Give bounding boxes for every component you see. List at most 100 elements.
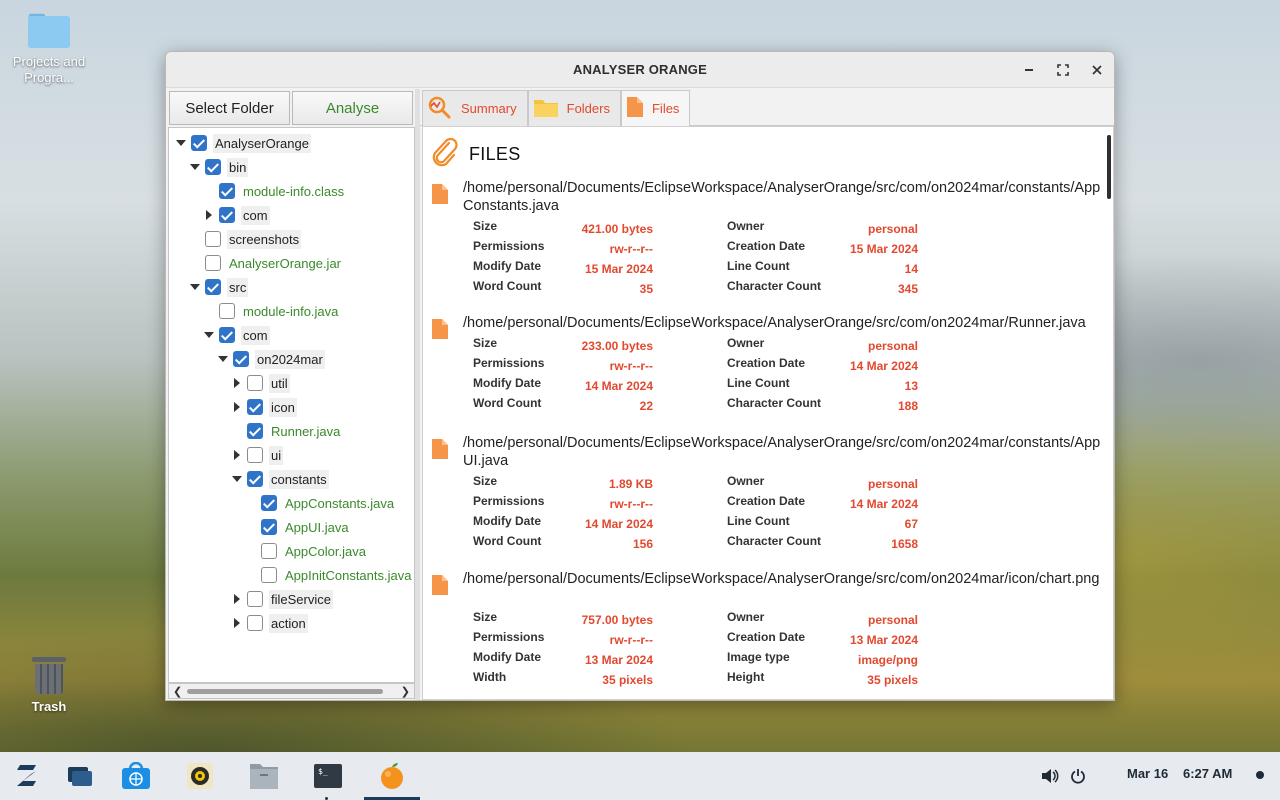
tree-row[interactable]: on2024mar [217, 347, 325, 371]
desktop-icon-projects[interactable]: Projects and Progra... [1, 12, 97, 86]
tree-item-label[interactable]: AppInitConstants.java [283, 566, 413, 585]
close-button[interactable] [1087, 60, 1107, 80]
tree-item-label[interactable]: AnalyserOrange [213, 133, 311, 153]
tree-checkbox[interactable] [247, 375, 263, 391]
tree-item-label[interactable]: module-info.class [241, 182, 346, 201]
tree-item-label[interactable]: icon [269, 397, 297, 417]
tree-item-label[interactable]: Runner.java [269, 422, 342, 441]
title-bar[interactable]: ANALYSER ORANGE [166, 52, 1114, 88]
tree-row[interactable]: icon [231, 395, 297, 419]
select-folder-button[interactable]: Select Folder [169, 91, 290, 125]
chevron-down-icon[interactable] [217, 353, 229, 365]
scroll-left-icon[interactable]: ❮ [173, 685, 182, 698]
tree-checkbox[interactable] [247, 471, 263, 487]
tree-item-label[interactable]: AppUI.java [283, 518, 351, 537]
chevron-right-icon[interactable] [231, 377, 243, 389]
workspaces-button[interactable] [64, 760, 96, 792]
tree-row[interactable]: AppInitConstants.java [245, 563, 413, 587]
tree-row[interactable]: src [189, 275, 249, 299]
tree-checkbox[interactable] [205, 255, 221, 271]
chevron-right-icon[interactable] [231, 617, 243, 629]
terminal-button[interactable]: $_ [312, 760, 344, 792]
date-label[interactable]: Mar 16 [1127, 766, 1168, 781]
files-panel[interactable]: FILES /home/personal/Documents/EclipseWo… [422, 126, 1114, 700]
tree-item-label[interactable]: AnalyserOrange.jar [227, 254, 343, 273]
analyser-orange-button[interactable] [376, 760, 408, 792]
tree-row[interactable]: AppUI.java [245, 515, 351, 539]
maximize-button[interactable] [1053, 60, 1073, 80]
tree-checkbox[interactable] [247, 447, 263, 463]
analyse-button[interactable]: Analyse [292, 91, 413, 125]
desktop-icon-trash[interactable]: Trash [1, 655, 97, 714]
files-button[interactable] [248, 760, 280, 792]
tree-checkbox[interactable] [191, 135, 207, 151]
tree-row[interactable]: module-info.java [203, 299, 340, 323]
tree-item-label[interactable]: action [269, 613, 308, 633]
tree-row[interactable]: util [231, 371, 290, 395]
chevron-down-icon[interactable] [189, 161, 201, 173]
notification-indicator[interactable] [1256, 771, 1264, 779]
tree-row[interactable]: Runner.java [231, 419, 342, 443]
tree-checkbox[interactable] [205, 231, 221, 247]
tree-row[interactable]: fileService [231, 587, 333, 611]
tree-row[interactable]: constants [231, 467, 329, 491]
tree-checkbox[interactable] [261, 543, 277, 559]
tree-row[interactable]: ui [231, 443, 284, 467]
time-label[interactable]: 6:27 AM [1183, 766, 1232, 781]
tree-checkbox[interactable] [219, 183, 235, 199]
rhythmbox-button[interactable] [184, 760, 216, 792]
tree-row[interactable]: module-info.class [203, 179, 346, 203]
tree-item-label[interactable]: on2024mar [255, 349, 325, 369]
tree-item-label[interactable]: screenshots [227, 229, 302, 249]
tree-checkbox[interactable] [247, 423, 263, 439]
scrollbar-thumb[interactable] [187, 689, 383, 694]
horizontal-scrollbar[interactable]: ❮ ❯ [168, 683, 415, 699]
tree-item-label[interactable]: module-info.java [241, 302, 340, 321]
tree-item-label[interactable]: AppColor.java [283, 542, 368, 561]
tree-item-label[interactable]: util [269, 373, 290, 393]
chevron-down-icon[interactable] [203, 329, 215, 341]
tree-item-label[interactable]: com [241, 205, 270, 225]
tree-row[interactable]: action [231, 611, 308, 635]
tree-item-label[interactable]: constants [269, 469, 329, 489]
tab-summary[interactable]: Summary [422, 90, 528, 126]
tree-checkbox[interactable] [219, 303, 235, 319]
tree-checkbox[interactable] [205, 279, 221, 295]
software-store-button[interactable] [120, 760, 152, 792]
chevron-down-icon[interactable] [231, 473, 243, 485]
tree-row[interactable]: com [203, 323, 270, 347]
minimize-button[interactable] [1019, 60, 1039, 80]
chevron-right-icon[interactable] [203, 209, 215, 221]
tree-item-label[interactable]: bin [227, 157, 249, 177]
tree-item-label[interactable]: com [241, 325, 270, 345]
file-tree[interactable]: AnalyserOrange bin module-info.class com scr… [168, 127, 415, 683]
tree-checkbox[interactable] [205, 159, 221, 175]
tab-files[interactable]: Files [620, 90, 691, 126]
tree-row[interactable]: AppConstants.java [245, 491, 396, 515]
vertical-scrollbar[interactable] [1107, 135, 1111, 199]
tree-item-label[interactable]: src [227, 277, 249, 297]
zorin-menu-button[interactable] [12, 760, 44, 792]
chevron-down-icon[interactable] [175, 137, 187, 149]
chevron-right-icon[interactable] [231, 449, 243, 461]
tree-checkbox[interactable] [261, 567, 277, 583]
tree-row[interactable]: screenshots [189, 227, 302, 251]
tree-row[interactable]: bin [189, 155, 249, 179]
tree-checkbox[interactable] [261, 495, 277, 511]
tree-checkbox[interactable] [219, 327, 235, 343]
tree-checkbox[interactable] [219, 207, 235, 223]
tree-item-label[interactable]: fileService [269, 589, 333, 609]
chevron-right-icon[interactable] [231, 401, 243, 413]
tree-item-label[interactable]: ui [269, 445, 284, 465]
tree-checkbox[interactable] [247, 615, 263, 631]
chevron-right-icon[interactable] [231, 593, 243, 605]
scroll-right-icon[interactable]: ❯ [401, 685, 410, 698]
chevron-down-icon[interactable] [189, 281, 201, 293]
tree-checkbox[interactable] [247, 399, 263, 415]
tab-folders[interactable]: Folders [527, 90, 621, 126]
power-button[interactable] [1062, 760, 1094, 792]
tree-row[interactable]: AppColor.java [245, 539, 368, 563]
tree-row[interactable]: AnalyserOrange.jar [189, 251, 343, 275]
tree-checkbox[interactable] [261, 519, 277, 535]
tree-checkbox[interactable] [247, 591, 263, 607]
